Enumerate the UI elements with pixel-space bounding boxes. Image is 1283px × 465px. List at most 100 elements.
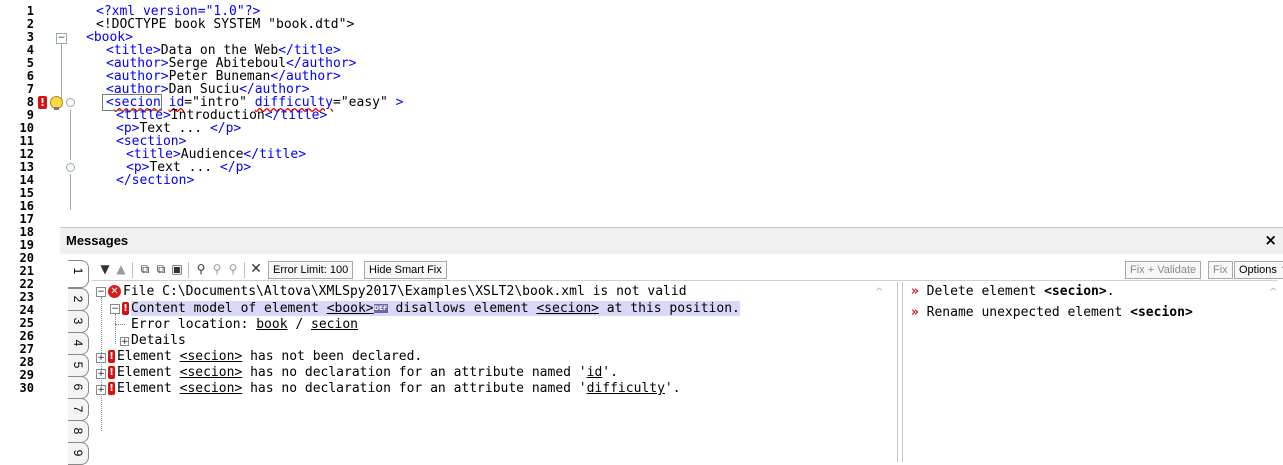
- tab-label: 3: [71, 317, 85, 325]
- error-icon: !: [108, 350, 115, 363]
- fold-toggle[interactable]: −: [56, 33, 67, 44]
- fold-guide: [61, 44, 62, 100]
- find-previous-icon[interactable]: ⚲: [210, 262, 224, 277]
- message-content-model[interactable]: Content model of element <book>DEF disal…: [131, 301, 740, 316]
- messages-title: Messages: [66, 233, 129, 248]
- messages-title-bar[interactable]: Messages ×: [60, 228, 1283, 254]
- messages-toolbar: ▼ ▲ ⧉ ⧉ ▣ ⚲ ⚲ ⚲ ✕ Error Limit: 100 Hide …: [92, 260, 1283, 281]
- close-icon[interactable]: ×: [1264, 231, 1277, 249]
- fix-validate-button[interactable]: Fix + Validate: [1125, 261, 1202, 279]
- tab-8[interactable]: 8: [68, 420, 89, 443]
- message-text: disallows element: [387, 301, 537, 316]
- attribute-link[interactable]: id: [587, 365, 603, 380]
- error-icon: !: [108, 366, 115, 379]
- scroll-up-icon[interactable]: ^: [875, 288, 883, 298]
- location-link-book[interactable]: book: [256, 317, 287, 332]
- toolbar-separator: [132, 262, 133, 278]
- tab-7[interactable]: 7: [68, 398, 89, 421]
- message-not-declared[interactable]: Element <secion> has not been declared.: [117, 349, 422, 364]
- hide-smart-fix-button[interactable]: Hide Smart Fix: [364, 261, 447, 279]
- element-link[interactable]: <book>: [327, 301, 374, 316]
- fix-button[interactable]: Fix: [1208, 261, 1233, 279]
- message-no-attr-difficulty[interactable]: Element <secion> has no declaration for …: [117, 381, 681, 396]
- message-error-location[interactable]: Error location: book / secion: [131, 317, 358, 332]
- tab-5[interactable]: 5: [68, 354, 89, 377]
- tab-3[interactable]: 3: [68, 310, 89, 333]
- error-icon: !: [122, 302, 129, 315]
- location-link-secion[interactable]: secion: [311, 317, 358, 332]
- element-link[interactable]: <secion>: [180, 349, 243, 364]
- smart-fix-delete-element[interactable]: » Delete element <secion>.: [911, 284, 1115, 299]
- find-icon[interactable]: ⚲: [194, 262, 208, 277]
- expand-toggle[interactable]: +: [120, 337, 129, 347]
- tab-label: 6: [71, 383, 85, 391]
- tab-1[interactable]: 1: [68, 260, 89, 288]
- attribute-link[interactable]: difficulty: [587, 381, 665, 396]
- doctype: <!DOCTYPE book SYSTEM "book.dtd">: [96, 17, 355, 32]
- tab-label: 8: [71, 427, 85, 435]
- scroll-up-icon[interactable]: ^: [1269, 288, 1277, 298]
- smart-fix-bulb-icon[interactable]: [50, 96, 63, 110]
- tab-label: 9: [71, 449, 85, 457]
- message-no-attr-id[interactable]: Element <secion> has no declaration for …: [117, 365, 618, 380]
- fold-toggle[interactable]: [66, 163, 75, 172]
- message-text: has no declaration for an attribute name…: [242, 365, 587, 380]
- tree-guide: [101, 297, 102, 431]
- line-number: 30: [19, 381, 34, 395]
- error-icon: !: [108, 382, 115, 395]
- definition-icon[interactable]: DEF: [373, 304, 388, 313]
- message-text: '.: [602, 365, 618, 380]
- fix-element: <secion>: [1130, 305, 1193, 320]
- tab-6[interactable]: 6: [68, 376, 89, 399]
- previous-up-icon[interactable]: ▲: [114, 262, 128, 277]
- chevron-right-icon: »: [911, 284, 919, 299]
- message-text: '.: [664, 381, 681, 396]
- tag: </title>: [243, 147, 307, 162]
- clear-icon[interactable]: ✕: [249, 262, 263, 277]
- tab-label: 7: [71, 405, 85, 413]
- messages-tabs: 1 2 3 4 5 6 7 8 9: [68, 260, 90, 465]
- tab-2[interactable]: 2: [68, 288, 89, 311]
- messages-panel: Messages × 1 2 3 4 5 6 7 8 9 ▼ ▲ ⧉ ⧉ ▣ ⚲…: [60, 227, 1283, 465]
- find-next-icon[interactable]: ⚲: [226, 262, 240, 277]
- collapse-toggle[interactable]: −: [110, 304, 120, 314]
- fix-text: Delete element: [926, 284, 1045, 299]
- error-limit-button[interactable]: Error Limit: 100: [268, 261, 354, 279]
- expand-toggle[interactable]: +: [96, 385, 106, 395]
- message-details[interactable]: Details: [131, 333, 186, 348]
- next-down-icon[interactable]: ▼: [98, 262, 112, 277]
- collapse-toggle[interactable]: −: [96, 287, 106, 297]
- element-link[interactable]: <secion>: [180, 381, 243, 396]
- expand-toggle[interactable]: +: [96, 353, 106, 363]
- copy-message-icon[interactable]: ⧉: [138, 262, 152, 277]
- message-text: Element: [117, 349, 180, 364]
- fold-guide: [70, 174, 71, 210]
- error-marker-icon[interactable]: !: [38, 96, 47, 109]
- validation-messages-pane[interactable]: − ✕ File C:\Documents\Altova\XMLSpy2017\…: [92, 282, 898, 462]
- tag: </p>: [219, 160, 252, 175]
- tab-9[interactable]: 9: [68, 442, 89, 465]
- element-link[interactable]: <secion>: [180, 365, 243, 380]
- copy-all-icon[interactable]: ▣: [170, 262, 184, 277]
- options-label: Options: [1239, 264, 1277, 276]
- code-line: </section>: [116, 174, 194, 187]
- smart-fix-rename-element[interactable]: » Rename unexpected element <secion>: [911, 305, 1193, 320]
- tab-label: 5: [71, 361, 85, 369]
- fix-element: <secion>: [1044, 284, 1107, 299]
- smart-fix-pane[interactable]: » Delete element <secion>. » Rename unex…: [902, 282, 1283, 462]
- options-dropdown[interactable]: Options ▼: [1234, 261, 1283, 279]
- message-text: Error location:: [131, 317, 257, 332]
- expand-toggle[interactable]: +: [96, 369, 106, 379]
- fold-toggle[interactable]: [66, 98, 75, 107]
- message-text: at this position.: [598, 301, 740, 316]
- element-link[interactable]: <secion>: [536, 301, 599, 316]
- copy-with-children-icon[interactable]: ⧉: [154, 262, 168, 277]
- message-text: has not been declared.: [242, 349, 423, 364]
- toolbar-separator: [244, 262, 245, 278]
- message-text: /: [287, 317, 312, 332]
- fold-guide: [70, 110, 71, 160]
- equals: =: [333, 95, 341, 110]
- tab-4[interactable]: 4: [68, 332, 89, 355]
- message-file-not-valid[interactable]: File C:\Documents\Altova\XMLSpy2017\Exam…: [123, 284, 687, 299]
- tab-label: 1: [71, 267, 85, 275]
